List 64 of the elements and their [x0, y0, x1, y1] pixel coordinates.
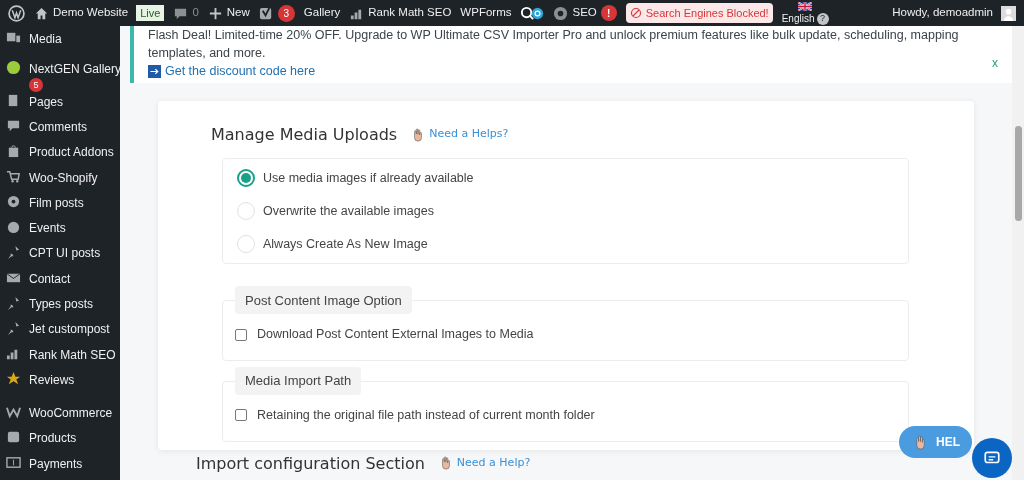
option-label: Retaining the original file path instead of current month folder — [257, 407, 595, 424]
chat-button[interactable] — [972, 438, 1012, 478]
alert-badge: ! — [600, 5, 617, 21]
sidebar-item[interactable]: Media — [0, 30, 120, 56]
sidebar-item[interactable]: Film posts — [0, 193, 120, 220]
hand-icon — [913, 434, 928, 450]
sidebar-item[interactable]: Events — [0, 219, 120, 245]
sidebar-item[interactable]: Product Addons — [0, 143, 120, 169]
search-icon — [520, 5, 536, 21]
option-label: Overwrite the available images — [263, 202, 434, 220]
help-link[interactable]: Need a Helps? — [411, 126, 509, 143]
wordpress-logo-icon — [8, 4, 25, 22]
user-greeting[interactable]: Howdy, demoadmin — [892, 4, 993, 22]
live-badge: Live — [136, 4, 165, 22]
avatar-icon — [1001, 5, 1016, 21]
checkbox[interactable] — [235, 328, 247, 341]
arrow-icon — [148, 64, 161, 78]
scrollbar[interactable] — [1012, 26, 1024, 480]
wpforms-link[interactable]: WPForms — [460, 4, 512, 22]
sidebar-item[interactable]: Pages — [0, 92, 120, 119]
sidebar-item[interactable]: Rank Math SEO — [0, 345, 120, 371]
count-badge: 5 — [29, 78, 43, 93]
notice-text: Flash Deal! Limited-time 20% OFF. Upgrade to WP Ultimate CSV Importer Pro and unlock premium features like bulk update, scheduling, mapping templates, and more. — [148, 27, 960, 62]
home-icon — [34, 5, 49, 21]
sidebar-item[interactable]: Contact — [0, 269, 120, 295]
cart-icon — [6, 168, 21, 184]
option-label: Use media images if already available — [263, 170, 474, 187]
blocked-icon — [629, 7, 642, 19]
sidebar-item[interactable]: Types posts — [0, 295, 120, 321]
product-box-icon — [6, 429, 21, 445]
sidebar-item[interactable]: Products — [0, 429, 120, 455]
rank-math-link[interactable]: Rank Math SEO — [368, 4, 452, 22]
radio-button[interactable] — [237, 169, 255, 188]
help-badge: ? — [816, 12, 829, 25]
seo-link[interactable]: SEO — [572, 4, 597, 22]
flag-icon — [798, 1, 813, 11]
settings-icon — [553, 5, 569, 21]
star-icon — [6, 370, 21, 386]
group-legend: Media Import Path — [235, 367, 362, 395]
section-heading: Import configuration Section — [196, 453, 425, 473]
sidebar-item[interactable]: Comments — [0, 118, 120, 144]
search-engines-blocked-badge[interactable]: Search Engines Blocked! — [625, 3, 773, 23]
checkbox[interactable] — [235, 409, 247, 422]
sidebar-item[interactable]: Woo-Shopify — [0, 168, 120, 194]
bag-icon — [6, 143, 21, 159]
sidebar-item[interactable]: Payments — [0, 454, 120, 480]
discount-link[interactable]: Get the discount code here — [148, 62, 316, 80]
media-icon — [6, 30, 21, 45]
plus-icon — [207, 5, 223, 21]
sidebar-item[interactable]: Jet custompost — [0, 320, 120, 346]
notification-badge: 3 — [277, 4, 295, 22]
new-link[interactable]: New — [226, 4, 250, 22]
gallery-link[interactable]: Gallery — [303, 4, 341, 22]
option-label: Download Post Content External Images to Media — [257, 326, 534, 344]
section-heading: Manage Media Uploads — [211, 125, 398, 144]
payment-icon — [6, 454, 21, 470]
group-legend: Post Content Image Option — [235, 286, 412, 315]
sidebar-item[interactable]: WooCommerce — [0, 404, 120, 430]
comment-count: 0 — [192, 5, 199, 21]
option-label: Always Create As New Image — [263, 235, 428, 253]
site-name-link[interactable]: Demo Website — [53, 4, 129, 22]
sidebar-item[interactable]: Reviews — [0, 370, 120, 397]
language-switcher[interactable]: English — [781, 13, 815, 24]
sidebar-item[interactable]: CPT UI posts — [0, 244, 120, 270]
